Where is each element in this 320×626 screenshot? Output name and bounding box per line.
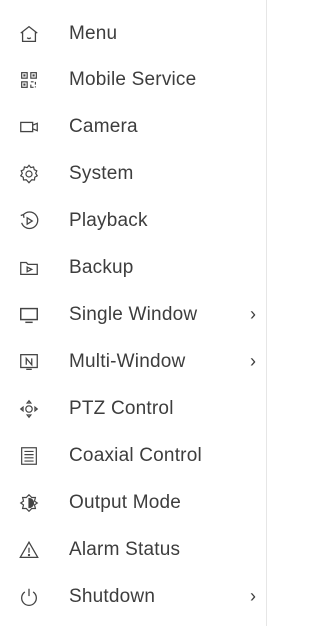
chevron-right-icon: ›: [250, 304, 256, 324]
menu-item-camera[interactable]: Camera: [0, 107, 266, 147]
menu-item-system[interactable]: System: [0, 154, 266, 194]
menu-item-label: Backup: [69, 257, 134, 278]
qr-code-icon: [17, 68, 41, 92]
menu-item-label: Mobile Service: [69, 69, 197, 90]
output-mode-icon: [17, 491, 41, 515]
camera-icon: [17, 115, 41, 139]
menu-item-alarm-status[interactable]: Alarm Status: [0, 530, 266, 570]
menu-item-label: Alarm Status: [69, 539, 181, 560]
menu-item-label: Coaxial Control: [69, 445, 202, 466]
menu-item-label: Menu: [69, 23, 118, 44]
menu-item-single-window[interactable]: Single Window ›: [0, 295, 266, 335]
menu-item-label: Single Window: [69, 304, 198, 325]
gear-icon: [17, 162, 41, 186]
menu-item-menu[interactable]: Menu: [0, 14, 266, 54]
menu-item-label: Shutdown: [69, 586, 156, 607]
home-icon: [17, 22, 41, 46]
backup-icon: [17, 256, 41, 280]
coaxial-icon: [17, 444, 41, 468]
chevron-right-icon: ›: [250, 351, 256, 371]
power-icon: [17, 585, 41, 609]
chevron-right-icon: ›: [250, 586, 256, 606]
menu-item-shutdown[interactable]: Shutdown ›: [0, 577, 266, 617]
menu-item-output-mode[interactable]: Output Mode: [0, 483, 266, 523]
playback-icon: [17, 209, 41, 233]
alarm-icon: [17, 538, 41, 562]
menu-item-label: Output Mode: [69, 492, 182, 513]
menu-item-label: Playback: [69, 210, 148, 231]
monitor-icon: [17, 303, 41, 327]
context-menu: Menu Mobile Service Camera System Playba…: [0, 0, 267, 626]
menu-item-label: PTZ Control: [69, 398, 174, 419]
menu-item-coaxial-control[interactable]: Coaxial Control: [0, 436, 266, 476]
menu-item-label: Camera: [69, 116, 138, 137]
multi-window-icon: [17, 350, 41, 374]
menu-item-playback[interactable]: Playback: [0, 201, 266, 241]
menu-item-label: Multi-Window: [69, 351, 186, 372]
menu-item-backup[interactable]: Backup: [0, 248, 266, 288]
ptz-icon: [17, 397, 41, 421]
menu-item-multi-window[interactable]: Multi-Window ›: [0, 342, 266, 382]
menu-item-label: System: [69, 163, 134, 184]
menu-item-ptz-control[interactable]: PTZ Control: [0, 389, 266, 429]
menu-item-mobile-service[interactable]: Mobile Service: [0, 60, 266, 100]
